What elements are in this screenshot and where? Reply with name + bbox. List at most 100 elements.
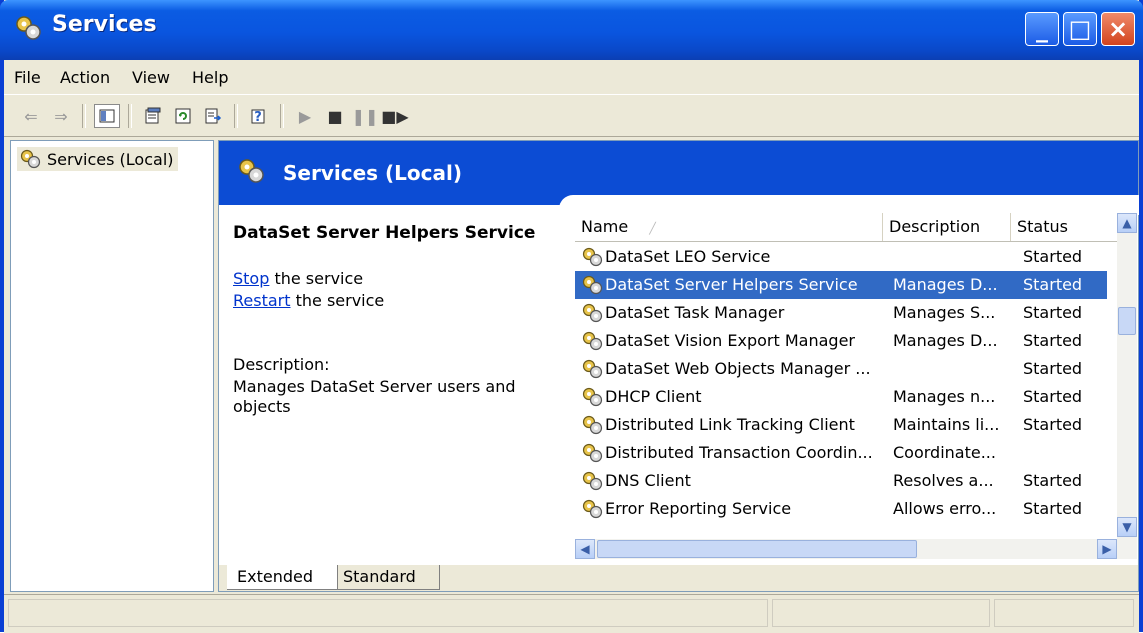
properties-icon[interactable] [140, 104, 166, 128]
column-header-status[interactable]: Status [1011, 213, 1117, 241]
stop-suffix: the service [269, 269, 364, 288]
close-icon: × [1107, 15, 1129, 43]
console-tree: Services (Local) [10, 140, 214, 592]
service-gears-icon [582, 443, 603, 463]
status-bar [4, 594, 1139, 633]
toolbar: ⇐ ⇒ ? ▶ ■ ❚❚ ■▶ [4, 96, 1139, 137]
services-list: Name ╱ Description Status DataSet LEO Se… [575, 213, 1117, 559]
restart-link[interactable]: Restart [233, 291, 291, 310]
column-header-description[interactable]: Description [883, 213, 1011, 241]
service-gears-icon [582, 303, 603, 323]
service-description: Manages S... [893, 303, 996, 322]
maximize-icon: □ [1068, 15, 1092, 43]
tree-item-label: Services (Local) [47, 149, 174, 169]
table-row[interactable]: DataSet LEO Service Started [575, 243, 1107, 271]
stop-link[interactable]: Stop [233, 269, 269, 288]
description-text: Manages DataSet Server users and objects [233, 377, 516, 416]
toolbar-separator [82, 104, 86, 128]
service-gears-icon [582, 359, 603, 379]
menu-view[interactable]: View [132, 68, 170, 87]
export-list-icon[interactable] [200, 104, 226, 128]
scroll-up-icon[interactable]: ▲ [1117, 213, 1137, 233]
extended-description-panel: DataSet Server Helpers Service Stop the … [233, 217, 549, 547]
restart-action: Restart the service [233, 291, 384, 310]
svg-text:?: ? [254, 110, 262, 125]
service-name: Distributed Link Tracking Client [605, 415, 855, 434]
menu-action[interactable]: Action [60, 68, 110, 87]
horizontal-scrollbar[interactable]: ◀ ▶ [575, 539, 1117, 559]
status-panel [772, 599, 990, 627]
table-row[interactable]: DataSet Server Helpers Service Manages D.… [575, 271, 1107, 299]
sort-ascending-icon: ╱ [649, 222, 656, 235]
service-gears-icon [582, 275, 603, 295]
table-row[interactable]: Distributed Transaction Coordin... Coordi… [575, 439, 1107, 467]
tab-standard[interactable]: Standard [337, 565, 440, 590]
scroll-down-icon[interactable]: ▼ [1117, 517, 1137, 537]
window-title: Services [52, 12, 157, 37]
back-arrow-icon[interactable]: ⇐ [18, 104, 44, 128]
maximize-button[interactable]: □ [1063, 12, 1097, 46]
start-service-icon[interactable]: ▶ [292, 104, 318, 128]
tab-extended[interactable]: Extended [227, 565, 338, 590]
help-icon[interactable]: ? [246, 104, 272, 128]
menu-bar: File Action View Help [4, 60, 1139, 95]
pause-service-icon[interactable]: ❚❚ [352, 104, 379, 128]
service-name: DataSet Task Manager [605, 303, 785, 322]
table-row[interactable]: DHCP Client Manages n... Started [575, 383, 1107, 411]
status-panel [8, 599, 768, 627]
tree-item-services-local[interactable]: Services (Local) [17, 147, 178, 171]
service-name: DataSet Server Helpers Service [605, 275, 858, 294]
service-name: DataSet LEO Service [605, 247, 771, 266]
table-row[interactable]: DataSet Web Objects Manager ... Started [575, 355, 1107, 383]
restart-service-icon[interactable]: ■▶ [381, 104, 408, 128]
vertical-scroll-thumb[interactable] [1118, 307, 1136, 335]
stop-service-icon[interactable]: ■ [322, 104, 348, 128]
service-description: Manages D... [893, 331, 998, 350]
selected-service-title: DataSet Server Helpers Service [233, 223, 536, 243]
scroll-left-icon[interactable]: ◀ [575, 539, 595, 559]
services-gears-icon [20, 149, 41, 169]
close-button[interactable]: × [1101, 12, 1135, 46]
header-title: Services (Local) [283, 161, 462, 185]
table-row[interactable]: DNS Client Resolves a... Started [575, 467, 1107, 495]
services-window: Services _ □ × File Action View Help ⇐ ⇒ [0, 0, 1143, 633]
horizontal-scroll-thumb[interactable] [597, 540, 917, 558]
service-status: Started [1023, 499, 1083, 518]
table-row[interactable]: DataSet Vision Export Manager Manages D..… [575, 327, 1107, 355]
service-gears-icon [582, 247, 603, 267]
service-name: DataSet Vision Export Manager [605, 331, 855, 350]
scroll-right-icon[interactable]: ▶ [1097, 539, 1117, 559]
status-panel [994, 599, 1134, 627]
tab-extended-label: Extended [237, 567, 313, 586]
table-row[interactable]: Error Reporting Service Allows erro... Sta… [575, 495, 1107, 523]
service-name: Error Reporting Service [605, 499, 792, 518]
minimize-icon: _ [1036, 15, 1048, 43]
tab-standard-label: Standard [343, 567, 416, 586]
stop-action: Stop the service [233, 269, 363, 288]
title-bar[interactable]: Services _ □ × [0, 0, 1143, 60]
description-label: Description: [233, 355, 330, 374]
vertical-scrollbar[interactable]: ▲ ▼ [1117, 213, 1137, 559]
table-row[interactable]: DataSet Task Manager Manages S... Started [575, 299, 1107, 327]
service-status: Started [1023, 303, 1083, 322]
column-header-name-label: Name [581, 217, 629, 236]
show-hide-tree-icon[interactable] [94, 104, 120, 128]
menu-file[interactable]: File [14, 68, 41, 87]
service-gears-icon [582, 499, 603, 519]
column-header-name[interactable]: Name ╱ [575, 213, 883, 241]
services-rows: DataSet LEO Service Started DataSet Server… [575, 243, 1117, 533]
minimize-button[interactable]: _ [1025, 12, 1059, 46]
service-description: Coordinate... [893, 443, 996, 462]
toolbar-separator [128, 104, 132, 128]
service-name: DataSet Web Objects Manager ... [605, 359, 871, 378]
menu-help[interactable]: Help [192, 68, 228, 87]
forward-arrow-icon[interactable]: ⇒ [48, 104, 74, 128]
table-row[interactable]: Distributed Link Tracking Client Maintain… [575, 411, 1107, 439]
service-status: Started [1023, 275, 1083, 294]
service-gears-icon [582, 415, 603, 435]
service-name: Distributed Transaction Coordin... [605, 443, 873, 462]
service-description: Manages D... [893, 275, 998, 294]
services-gears-icon [239, 159, 264, 183]
refresh-icon[interactable] [170, 104, 196, 128]
header-curve [559, 195, 1139, 215]
